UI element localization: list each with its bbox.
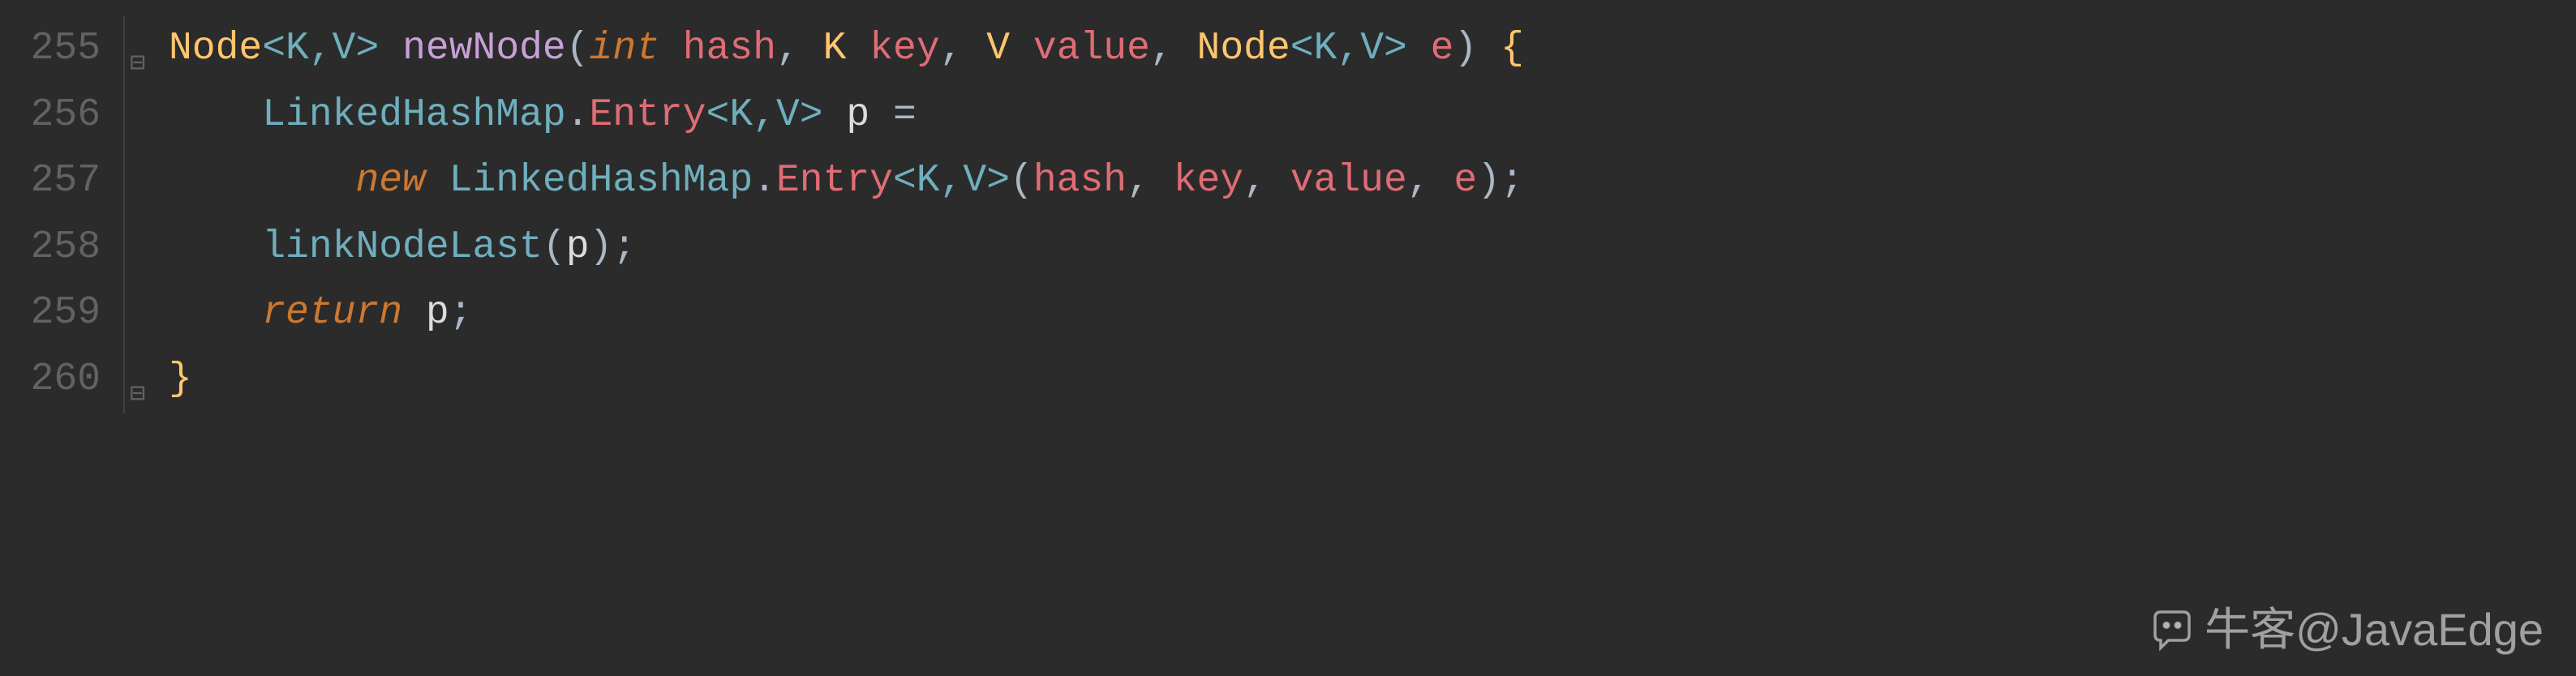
line-number: 260 [19, 347, 101, 413]
watermark: 牛客@JavaEdge [2149, 591, 2544, 668]
line-number: 259 [19, 280, 101, 347]
line-number-text: 259 [31, 280, 101, 347]
line-number-text: 258 [31, 215, 101, 281]
code-content[interactable]: Node<K,V> newNode(int hash, K key, V val… [162, 0, 2576, 676]
line-gutter: 255 256 257 258 259 260 [0, 0, 114, 676]
code-line[interactable]: new LinkedHashMap.Entry<K,V>(hash, key, … [162, 148, 2576, 215]
code-line[interactable]: } [162, 347, 2576, 413]
line-number: 255 [19, 16, 101, 83]
code-line[interactable]: return p; [162, 280, 2576, 347]
code-line[interactable]: linkNodeLast(p); [162, 215, 2576, 281]
type-token: Node [169, 16, 262, 83]
fold-gutter: ⊟ ⊟ [114, 0, 162, 676]
nowcoder-icon [2149, 606, 2195, 652]
method-name: newNode [402, 16, 566, 83]
fold-open-icon[interactable]: ⊟ [130, 42, 145, 86]
line-number-text: 255 [31, 16, 101, 83]
line-number-text: 260 [31, 347, 101, 413]
fold-close-icon[interactable]: ⊟ [130, 373, 145, 417]
code-line[interactable]: LinkedHashMap.Entry<K,V> p = [162, 83, 2576, 149]
watermark-text: 牛客@JavaEdge [2205, 591, 2544, 668]
line-number: 258 [19, 215, 101, 281]
code-editor[interactable]: 255 256 257 258 259 260 ⊟ ⊟ Node<K,V> ne… [0, 0, 2576, 676]
line-number: 256 [19, 83, 101, 149]
line-number-text: 256 [31, 83, 101, 149]
code-line[interactable]: Node<K,V> newNode(int hash, K key, V val… [162, 16, 2576, 83]
line-number-text: 257 [31, 148, 101, 215]
line-number: 257 [19, 148, 101, 215]
